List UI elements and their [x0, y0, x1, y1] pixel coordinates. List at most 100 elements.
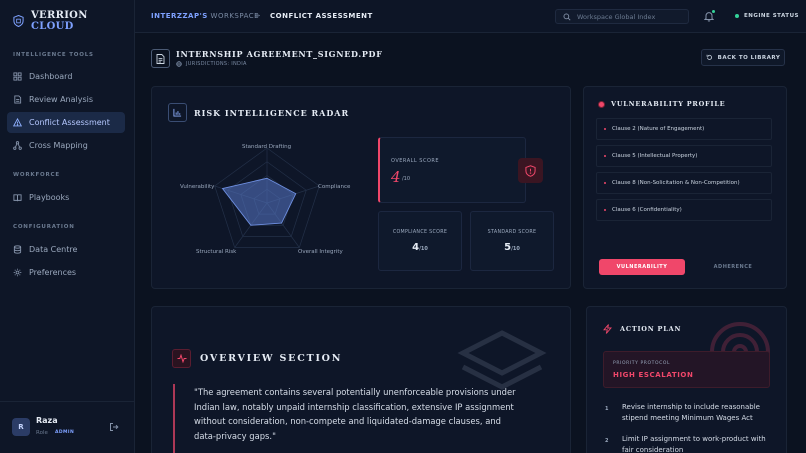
- sidebar-item-label: Playbooks: [29, 193, 70, 202]
- search-bar[interactable]: [555, 9, 689, 24]
- radar-title: RISK INTELLIGENCE RADAR: [194, 108, 350, 118]
- file-icon: [151, 49, 170, 68]
- radar-data-polygon: [221, 177, 297, 226]
- bullet-icon: [604, 209, 606, 211]
- overview-quote: "The agreement contains several potentia…: [194, 387, 516, 441]
- sidebar-item-label: Conflict Assessment: [29, 118, 110, 127]
- section-configuration: CONFIGURATION: [13, 224, 75, 230]
- overview-panel: OVERVIEW SECTION "The agreement contains…: [151, 306, 571, 453]
- user-role: Role: [36, 430, 48, 436]
- pulse-icon: [172, 349, 191, 368]
- brand[interactable]: VERRION CLOUD: [13, 10, 134, 32]
- radar-axis-label: Compliance: [318, 184, 351, 190]
- sidebar-item-playbooks[interactable]: Playbooks: [7, 187, 125, 208]
- radar-axis-label: Structural Risk: [196, 249, 237, 255]
- avatar[interactable]: R: [12, 418, 30, 436]
- action-item-text: Revise internship to include reasonable …: [622, 403, 760, 422]
- clause-item[interactable]: Clause 2 (Nature of Engagement): [596, 118, 772, 140]
- standard-score-label: STANDARD SCORE: [487, 230, 537, 235]
- radar-axis-label: Vulnerability: [180, 184, 215, 190]
- bullet-icon: [604, 155, 606, 157]
- overall-score-value: 4: [391, 168, 401, 186]
- pdf-document-icon: [156, 53, 165, 64]
- section-workforce: WORKFORCE: [13, 172, 60, 178]
- action-plan-panel: ACTION PLAN PRIORITY PROTOCOL HIGH ESCAL…: [586, 306, 787, 453]
- file-title: INTERNSHIP AGREEMENT_SIGNED.PDF: [176, 49, 383, 59]
- priority-value: HIGH ESCALATION: [613, 371, 694, 379]
- sidebar-item-label: Preferences: [29, 268, 77, 277]
- sidebar-item-label: Data Centre: [29, 245, 78, 254]
- sidebar-item-label: Cross Mapping: [29, 141, 88, 150]
- action-item-number: 1: [605, 406, 609, 412]
- sidebar-item-data-centre[interactable]: Data Centre: [7, 239, 125, 260]
- priority-protocol-card: PRIORITY PROTOCOL HIGH ESCALATION: [603, 351, 770, 388]
- engine-status[interactable]: ENGINE STATUS: [735, 13, 799, 19]
- compliance-score-card: COMPLIANCE SCORE 4/10: [378, 211, 462, 271]
- action-item-number: 2: [605, 438, 609, 444]
- action-item-text: Limit IP assignment to work-product with…: [622, 435, 766, 453]
- gear-icon: [13, 268, 22, 277]
- breadcrumb-current: CONFLICT ASSESSMENT: [270, 12, 373, 20]
- overview-title: OVERVIEW SECTION: [200, 353, 343, 364]
- lightning-icon: [603, 324, 612, 334]
- tab-vulnerability[interactable]: VULNERABILITY: [599, 259, 685, 275]
- file-jurisdiction: JURISDICTIONS: INDIA: [176, 61, 247, 67]
- brand-name: VERRION CLOUD: [31, 10, 88, 32]
- clause-item[interactable]: Clause 8 (Non-Solicitation & Non-Competi…: [596, 172, 772, 194]
- sidebar-item-label: Review Analysis: [29, 95, 94, 104]
- standard-score-card: STANDARD SCORE 5/10: [470, 211, 554, 271]
- sidebar: VERRION CLOUD INTELLIGENCE TOOLS Dashboa…: [0, 0, 135, 453]
- overall-score-label: OVERALL SCORE: [391, 158, 440, 164]
- sidebar-item-label: Dashboard: [29, 72, 73, 81]
- overall-score-denominator: /10: [402, 176, 411, 182]
- user-profile: R Raza Role ADMIN: [0, 401, 135, 453]
- shield-alert-icon: [518, 158, 543, 183]
- sidebar-item-conflict-assessment[interactable]: Conflict Assessment: [7, 112, 125, 133]
- network-icon: [13, 141, 22, 150]
- search-input[interactable]: [577, 12, 687, 21]
- sidebar-item-preferences[interactable]: Preferences: [7, 262, 125, 283]
- user-name: Raza: [36, 416, 58, 425]
- compliance-score-label: COMPLIANCE SCORE: [392, 230, 448, 235]
- overall-score-card: OVERALL SCORE 4 /10: [378, 137, 543, 203]
- globe-icon: [176, 61, 182, 67]
- sidebar-item-cross-mapping[interactable]: Cross Mapping: [7, 135, 125, 156]
- sidebar-item-review-analysis[interactable]: Review Analysis: [7, 89, 125, 110]
- sidebar-item-dashboard[interactable]: Dashboard: [7, 66, 125, 87]
- priority-label: PRIORITY PROTOCOL: [613, 361, 671, 366]
- notification-dot: [712, 10, 715, 13]
- bar-chart-icon: [168, 103, 187, 122]
- section-intelligence-tools: INTELLIGENCE TOOLS: [13, 52, 94, 58]
- standard-score-value: 5/10: [504, 242, 520, 253]
- radar-axis-label: Standard Drafting: [242, 144, 292, 150]
- database-icon: [13, 245, 22, 254]
- action-item: 1 Revise internship to include reasonabl…: [605, 402, 775, 424]
- action-item: 2 Limit IP assignment to work-product wi…: [605, 434, 775, 453]
- engine-status-label: ENGINE STATUS: [744, 13, 799, 19]
- bullet-icon: [604, 128, 606, 130]
- breadcrumb-workspace[interactable]: INTERZZAP'S WORKSPACE: [151, 12, 259, 20]
- breadcrumb-separator: >: [254, 11, 261, 20]
- role-badge: ADMIN: [55, 430, 75, 435]
- vulnerability-profile-panel: VULNERABILITY PROFILE Clause 2 (Nature o…: [583, 86, 787, 289]
- search-icon: [563, 13, 571, 21]
- quote-accent-bar: [173, 384, 175, 453]
- shield-logo-icon: [13, 15, 24, 27]
- back-label: BACK TO LIBRARY: [717, 54, 781, 61]
- status-dot-icon: [735, 14, 739, 18]
- compliance-score-value: 4/10: [412, 242, 428, 253]
- radar-axis-label: Overall Integrity: [298, 249, 343, 255]
- top-bar: INTERZZAP'S WORKSPACE > CONFLICT ASSESSM…: [135, 0, 806, 33]
- book-icon: [13, 194, 22, 202]
- alert-dot-icon: [598, 100, 605, 108]
- vulnerability-title: VULNERABILITY PROFILE: [598, 100, 725, 108]
- refresh-back-icon: [706, 54, 712, 60]
- radar-chart: [214, 147, 320, 248]
- document-icon: [14, 95, 22, 104]
- tab-adherence[interactable]: ADHERENCE: [690, 259, 776, 275]
- clause-item[interactable]: Clause 5 (Intellectual Property): [596, 145, 772, 167]
- logout-icon[interactable]: [109, 422, 119, 432]
- clause-item[interactable]: Clause 6 (Confidentiality): [596, 199, 772, 221]
- back-to-library-button[interactable]: BACK TO LIBRARY: [701, 49, 785, 66]
- action-plan-title: ACTION PLAN: [603, 324, 681, 334]
